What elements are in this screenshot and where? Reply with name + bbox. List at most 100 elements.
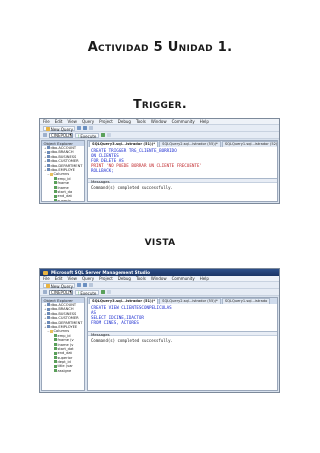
menu-view[interactable]: View [67, 276, 77, 282]
menu-help[interactable]: Help [200, 119, 209, 125]
save-icon[interactable] [83, 126, 88, 130]
execute-label: Execute [80, 290, 97, 296]
query-tab[interactable]: SQLQuery3.sql...istrador (51))* [89, 141, 159, 147]
table-icon [46, 320, 50, 324]
query-tab[interactable]: SQLQuery2.sql...istrador (55))* [159, 141, 221, 147]
column-icon [53, 334, 57, 338]
tree-item-label: dbo.BRANCH [50, 150, 74, 155]
table-icon [46, 155, 50, 159]
tree-item-label: dbo.ACCOUNT [50, 146, 77, 150]
table-icon [46, 312, 50, 316]
print-icon[interactable] [89, 126, 94, 130]
code-line: ROLLBACK; [91, 167, 114, 173]
parse-icon[interactable] [100, 290, 105, 294]
tree-item[interactable]: assigne [42, 369, 84, 373]
execute-button[interactable]: ! Execute [75, 289, 99, 296]
tree-item-label: end_dat [57, 351, 72, 356]
ssms-app-icon [43, 270, 48, 275]
tree-item-label: dbo.EMPLOYEE [50, 324, 78, 329]
column-icon [53, 364, 57, 368]
toolbar: New Query [40, 125, 279, 132]
query-tab[interactable]: SQLQuery1.sql...istrado [221, 298, 271, 304]
database-select[interactable]: CINEPOLIS [49, 289, 73, 295]
menu-query[interactable]: Query [82, 119, 94, 125]
query-tab[interactable]: SQLQuery2.sql...istrador (55))* [159, 298, 221, 304]
table-icon [46, 163, 50, 167]
tree-item-label: Columns [53, 172, 70, 177]
execute-icon: ! [77, 133, 80, 139]
sql-toolbar: CINEPOLIS ! Execute [40, 289, 279, 296]
tree-item-label: fname (v [57, 338, 74, 343]
open-file-icon[interactable] [77, 126, 82, 130]
connect-icon[interactable] [43, 290, 47, 294]
tree-item-label: start_da [57, 189, 73, 194]
query-tab[interactable]: SQLQuery3.sql...istrador (51))* [89, 298, 159, 304]
column-icon [53, 355, 57, 359]
table-icon [46, 316, 50, 320]
document-tabs: SQLQuery3.sql...istrador (51))* SQLQuery2… [88, 298, 277, 304]
new-query-button[interactable]: New Query [43, 282, 76, 289]
menu-edit[interactable]: Edit [55, 276, 63, 282]
messages-tab[interactable]: Messages [88, 178, 277, 184]
tree-item-label: dbo.CUSTOMER [50, 159, 79, 164]
menu-file[interactable]: File [43, 276, 50, 282]
menu-tools[interactable]: Tools [136, 276, 146, 282]
tree-item-label: superio [57, 198, 71, 202]
sql-code[interactable]: CREATE VIEW CLIENTESCONPELICULAS AS SELECT… [88, 304, 277, 325]
tree-item-label: emp_id [57, 176, 71, 181]
tree-item-label: dbo.EMPLOYE [50, 167, 75, 172]
print-icon[interactable] [89, 283, 94, 287]
tree-item-label: end_dat [57, 194, 72, 199]
object-explorer: Object Explorer + dbo.ACCOUNT + dbo.BRANCH +… [41, 297, 85, 391]
view-heading: vista [144, 233, 176, 248]
tree-item-label: lname [57, 185, 69, 190]
menu-debug[interactable]: Debug [118, 276, 131, 282]
menu-community[interactable]: Community [172, 276, 195, 282]
results-icon[interactable] [106, 290, 111, 294]
parse-icon[interactable] [100, 133, 105, 137]
menu-help[interactable]: Help [200, 276, 209, 282]
new-query-button[interactable]: New Query [43, 125, 76, 132]
tree-item-label: lname (v [57, 342, 74, 347]
menu-debug[interactable]: Debug [118, 119, 131, 125]
new-query-label: New Query [50, 126, 73, 132]
execute-icon: ! [77, 290, 80, 296]
menu-community[interactable]: Community [172, 119, 195, 125]
database-select[interactable]: CINEPOLIS [49, 132, 73, 138]
tree-item-label: superior [57, 355, 73, 360]
sql-code[interactable]: CREATE TRIGGER TRG_CLIENTE_BORRIDO ON CLI… [88, 147, 277, 173]
menu-tools[interactable]: Tools [136, 119, 146, 125]
menu-project[interactable]: Project [99, 276, 113, 282]
tree-item-label: dept_id [57, 360, 71, 365]
menu-window[interactable]: Window [151, 276, 167, 282]
menu-edit[interactable]: Edit [55, 119, 63, 125]
folder-icon [49, 172, 53, 176]
connect-icon[interactable] [43, 133, 47, 137]
column-icon [53, 347, 57, 351]
table-icon [46, 303, 50, 307]
tree-item[interactable]: superio [42, 198, 84, 202]
table-icon [46, 325, 50, 329]
results-icon[interactable] [106, 133, 111, 137]
open-file-icon[interactable] [77, 283, 82, 287]
query-editor-pane: SQLQuery3.sql...istrador (51))* SQLQuery2… [87, 140, 278, 202]
code-line: FROM CINES, ACTORES [91, 319, 139, 325]
tree-item-label: dbo.BUSINESS [50, 154, 77, 159]
menu-query[interactable]: Query [82, 276, 94, 282]
menu-project[interactable]: Project [99, 119, 113, 125]
tree-item-label: title (var [57, 364, 73, 369]
column-icon [53, 342, 57, 346]
menu-file[interactable]: File [43, 119, 50, 125]
menu-window[interactable]: Window [151, 119, 167, 125]
menu-view[interactable]: View [67, 119, 77, 125]
messages-tab[interactable]: Messages [88, 331, 277, 337]
table-icon [46, 168, 50, 172]
column-icon [53, 194, 57, 198]
column-icon [53, 181, 57, 185]
query-tab[interactable]: SQLQuery1.sql...istrador (52))* [221, 141, 277, 147]
save-icon[interactable] [83, 283, 88, 287]
trigger-heading: Trigger. [133, 96, 187, 111]
table-icon [46, 150, 50, 154]
execute-button[interactable]: ! Execute [75, 132, 99, 139]
tree-item-label: emp_id [57, 333, 71, 338]
